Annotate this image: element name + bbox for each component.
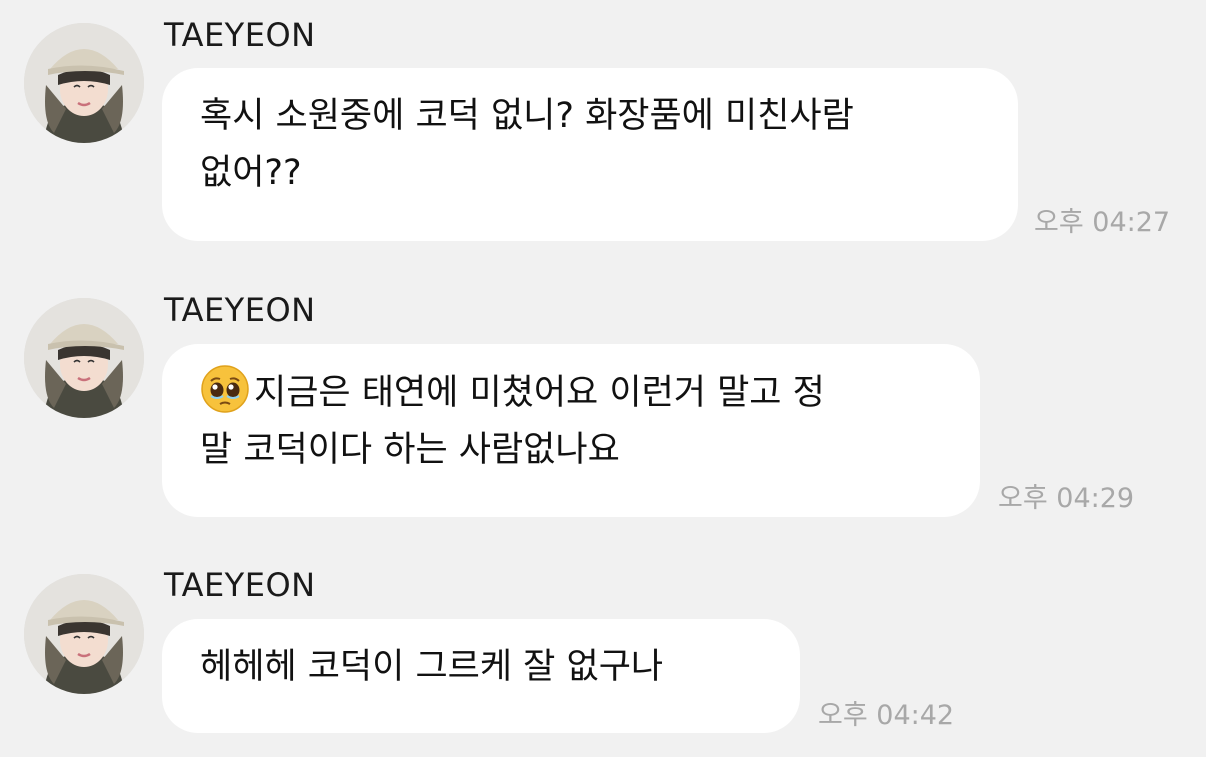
sender-name: TAEYEON [164, 16, 316, 54]
sender-name: TAEYEON [164, 566, 316, 604]
avatar[interactable] [24, 574, 144, 694]
avatar[interactable] [24, 298, 144, 418]
message-timestamp: 오후 04:29 [998, 483, 1135, 514]
message-text-line: 헤헤헤 코덕이 그르케 잘 없구나 [200, 647, 664, 687]
message-text-line: 혹시 소원중에 코덕 없니? 화장품에 미친사람 [200, 96, 854, 136]
message-timestamp: 오후 04:27 [1034, 207, 1171, 238]
pleading-face-icon [200, 364, 250, 414]
chat-view: TAEYEON 혹시 소원중에 코덕 없니? 화장품에 미친사람 없어?? 오후… [0, 0, 1206, 757]
message-bubble[interactable]: 헤헤헤 코덕이 그르케 잘 없구나 [162, 619, 800, 733]
message-bubble[interactable]: 혹시 소원중에 코덕 없니? 화장품에 미친사람 없어?? [162, 68, 1018, 241]
message-text-line: 없어?? [200, 153, 302, 193]
avatar[interactable] [24, 23, 144, 143]
sender-name: TAEYEON [164, 291, 316, 329]
message-timestamp: 오후 04:42 [818, 700, 955, 731]
message-text-line: 지금은 태연에 미쳤어요 이런거 말고 정 [200, 364, 944, 422]
message-text-line: 말 코덕이다 하는 사람없나요 [200, 430, 620, 470]
message-text: 지금은 태연에 미쳤어요 이런거 말고 정 [254, 373, 825, 413]
message-bubble[interactable]: 지금은 태연에 미쳤어요 이런거 말고 정 말 코덕이다 하는 사람없나요 [162, 344, 980, 517]
